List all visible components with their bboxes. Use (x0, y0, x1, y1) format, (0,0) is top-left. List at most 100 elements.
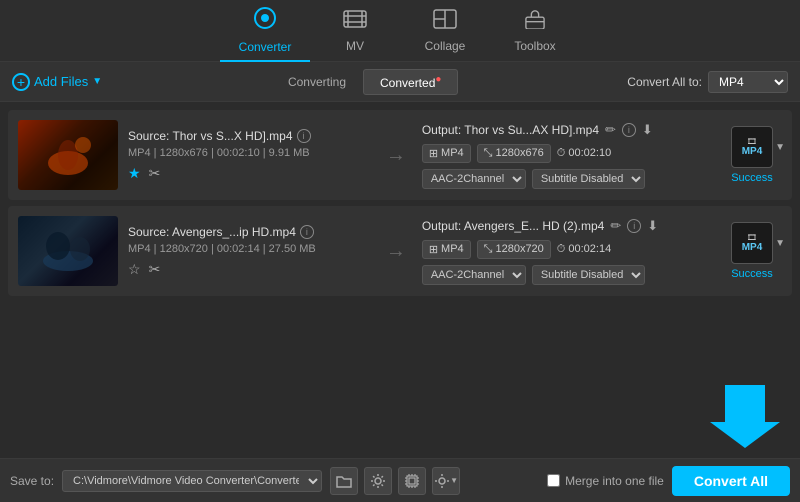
toolbar: + Add Files ▼ Converting Converted● Conv… (0, 62, 800, 102)
convert-arrow (710, 380, 780, 450)
download-icon[interactable]: ⬇ (642, 122, 653, 138)
cut-icon[interactable]: ✂ (149, 261, 161, 278)
add-files-button[interactable]: + Add Files ▼ (12, 73, 102, 91)
subtitle-select[interactable]: Subtitle Disabled No Subtitle (532, 265, 645, 285)
output-section: Output: Avengers_E... HD (2).mp4 ✏ i ⬇ ⊞… (422, 218, 712, 285)
format-value: MP4 (441, 243, 464, 255)
time-value: 00:02:10 (568, 147, 611, 159)
clock-icon: ⏱ (557, 147, 566, 160)
arrow-section: → (380, 240, 412, 263)
cpu-icon-btn[interactable] (398, 467, 426, 495)
audio-select[interactable]: AAC-2Channel AC3-2Channel (422, 265, 526, 285)
toolbox-icon (523, 9, 547, 35)
output-time: ⏱ 00:02:14 (557, 243, 611, 256)
output-controls: ⊞ MP4 ⤡ 1280x720 ⏱ 00:02:14 (422, 240, 712, 259)
subtitle-select[interactable]: Subtitle Disabled No Subtitle (532, 169, 645, 189)
resize-icon: ⤡ (484, 147, 493, 160)
convert-all-button[interactable]: Convert All (672, 466, 790, 496)
output-info-icon[interactable]: i (627, 219, 641, 233)
grid-icon: ⊞ (429, 147, 438, 160)
res-value: 1280x720 (495, 243, 543, 255)
output-info-icon[interactable]: i (622, 123, 636, 137)
nav-converter[interactable]: Converter (220, 0, 310, 62)
convert-all-to-label: Convert All to: (627, 75, 702, 89)
star-icon[interactable]: ☆ (128, 261, 141, 278)
source-info-icon[interactable]: i (300, 225, 314, 239)
output-header: Output: Thor vs Su...AX HD].mp4 ✏ i ⬇ (422, 122, 712, 138)
mp4-icon: 🎞 (747, 137, 757, 146)
output-res-badge: ⤡ 1280x676 (477, 144, 551, 163)
output-section: Output: Thor vs Su...AX HD].mp4 ✏ i ⬇ ⊞ … (422, 122, 712, 189)
nav-toolbox[interactable]: Toolbox (490, 0, 580, 62)
download-icon[interactable]: ⬇ (647, 218, 658, 234)
mp4-badge: 🎞 MP4 (731, 222, 773, 264)
mv-icon (343, 9, 367, 35)
nav-mv[interactable]: MV (310, 0, 400, 62)
nav-collage-label: Collage (425, 39, 466, 53)
file-info: Source: Thor vs S...X HD].mp4 i MP4 | 12… (128, 129, 370, 182)
audio-select[interactable]: AAC-2Channel AC3-2Channel (422, 169, 526, 189)
output-label: Output: Avengers_E... HD (2).mp4 (422, 219, 605, 233)
edit-icon[interactable]: ✏ (605, 122, 616, 138)
arrow-right-icon: → (386, 240, 406, 263)
add-files-dropdown-icon[interactable]: ▼ (92, 76, 102, 87)
arrow-section: → (380, 144, 412, 167)
file-actions: ★ ✂ (128, 165, 370, 182)
nav-collage[interactable]: Collage (400, 0, 490, 62)
format-value: MP4 (441, 147, 464, 159)
file-thumbnail (18, 120, 118, 190)
settings2-icon-btn[interactable]: ▼ (432, 467, 460, 495)
star-icon[interactable]: ★ (128, 165, 141, 182)
file-thumbnail (18, 216, 118, 286)
format-select[interactable]: MP4 MKV AVI MOV (708, 71, 788, 93)
res-value: 1280x676 (495, 147, 543, 159)
time-value: 00:02:14 (568, 243, 611, 255)
success-section: 🎞 MP4 ▼ Success (722, 126, 782, 184)
resize-icon: ⤡ (484, 243, 493, 256)
badge-dropdown-icon[interactable]: ▼ (775, 142, 785, 153)
status-badge: Success (731, 172, 773, 184)
source-info-icon[interactable]: i (297, 129, 311, 143)
file-info: Source: Avengers_...ip HD.mp4 i MP4 | 12… (128, 225, 370, 278)
success-section: 🎞 MP4 ▼ Success (722, 222, 782, 280)
big-arrow-section (0, 372, 800, 458)
arrow-right-icon: → (386, 144, 406, 167)
badge-dropdown-icon[interactable]: ▼ (775, 238, 785, 249)
add-files-label: Add Files (34, 74, 88, 89)
output-header: Output: Avengers_E... HD (2).mp4 ✏ i ⬇ (422, 218, 712, 234)
thumb-image (18, 216, 118, 286)
file-meta: MP4 | 1280x720 | 00:02:14 | 27.50 MB (128, 243, 370, 255)
grid-icon: ⊞ (429, 243, 438, 256)
merge-checkbox[interactable]: Merge into one file (547, 474, 664, 488)
mp4-badge: 🎞 MP4 (731, 126, 773, 168)
source-label: Source: Thor vs S...X HD].mp4 (128, 129, 293, 143)
output-format-badge: ⊞ MP4 (422, 144, 471, 163)
output-res-badge: ⤡ 1280x720 (477, 240, 551, 259)
top-nav: Converter MV Collage (0, 0, 800, 62)
file-actions: ☆ ✂ (128, 261, 370, 278)
plus-icon: + (12, 73, 30, 91)
merge-checkbox-input[interactable] (547, 474, 560, 487)
tab-converting[interactable]: Converting (271, 70, 363, 94)
nav-toolbox-label: Toolbox (514, 39, 555, 53)
output-time: ⏱ 00:02:10 (557, 147, 611, 160)
file-row: Source: Avengers_...ip HD.mp4 i MP4 | 12… (8, 206, 792, 296)
source-label: Source: Avengers_...ip HD.mp4 (128, 225, 296, 239)
output-controls: ⊞ MP4 ⤡ 1280x676 ⏱ 00:02:10 (422, 144, 712, 163)
cut-icon[interactable]: ✂ (149, 165, 161, 182)
converter-icon (253, 6, 277, 36)
settings-icon-btn[interactable] (364, 467, 392, 495)
output-row2: AAC-2Channel AC3-2Channel Subtitle Disab… (422, 169, 712, 189)
toolbar-tabs: Converting Converted● (271, 69, 458, 95)
edit-icon[interactable]: ✏ (610, 218, 621, 234)
thumb-image (18, 120, 118, 190)
folder-icon-btn[interactable] (330, 467, 358, 495)
nav-converter-label: Converter (239, 40, 292, 54)
tab-converted[interactable]: Converted● (363, 69, 458, 95)
file-meta: MP4 | 1280x676 | 00:02:10 | 9.91 MB (128, 147, 370, 159)
file-source: Source: Avengers_...ip HD.mp4 i (128, 225, 370, 239)
save-to-label: Save to: (10, 474, 54, 488)
file-source: Source: Thor vs S...X HD].mp4 i (128, 129, 370, 143)
clock-icon: ⏱ (557, 243, 566, 256)
save-path-select[interactable]: C:\Vidmore\Vidmore Video Converter\Conve… (62, 470, 322, 492)
